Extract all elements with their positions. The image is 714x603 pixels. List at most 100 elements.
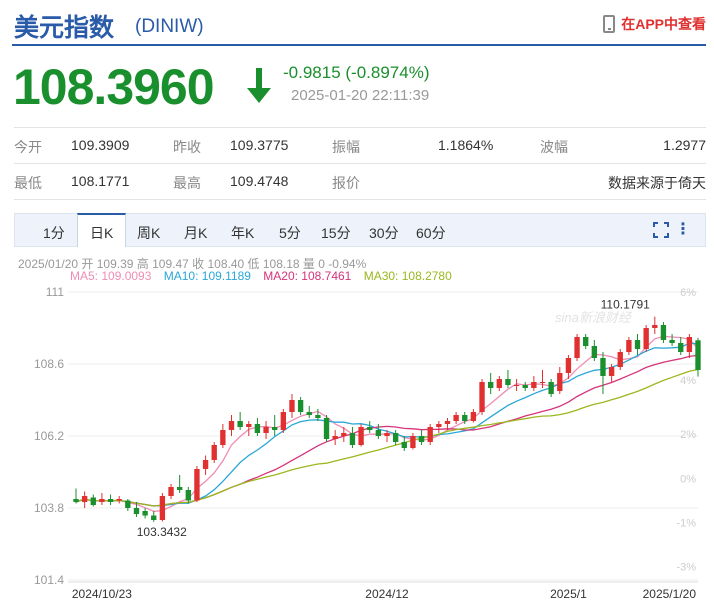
low-value: 108.1771 xyxy=(71,173,130,189)
candle-body xyxy=(565,358,572,373)
high-label: 最高 xyxy=(173,175,201,191)
candle-body xyxy=(479,382,485,412)
candle-body xyxy=(462,415,468,421)
candle-body xyxy=(522,385,528,388)
candle-body xyxy=(695,340,701,370)
header: 美元指数 (DINIW) 在APP中查看 xyxy=(0,0,714,48)
tab-monthly-k[interactable]: 月K xyxy=(184,223,207,243)
candle-body xyxy=(341,433,347,436)
candle-body xyxy=(678,343,684,352)
candle-body xyxy=(652,325,658,328)
tab-60min[interactable]: 60分 xyxy=(416,223,446,243)
candle-body xyxy=(496,379,502,388)
y-tick-label: 101.4 xyxy=(34,573,64,587)
candle-body xyxy=(427,427,433,442)
candle-body xyxy=(228,421,235,430)
candle-body xyxy=(626,340,632,352)
candle-body xyxy=(211,445,217,460)
candle-body xyxy=(142,511,148,516)
candle-body xyxy=(116,499,122,501)
quote-source-value: 数据来源于倚天 xyxy=(608,175,706,191)
candle-body xyxy=(367,427,373,430)
range-value: 1.2977 xyxy=(663,137,706,153)
candle-body xyxy=(531,382,537,388)
candle-body xyxy=(418,436,425,442)
y-tick-label: 106.2 xyxy=(34,429,64,443)
candle-body xyxy=(375,430,382,436)
candle-body xyxy=(453,415,459,421)
amplitude-value: 1.1864% xyxy=(438,137,494,153)
phone-icon xyxy=(603,15,616,33)
watermark: sina新浪财经 xyxy=(555,310,633,325)
open-in-app-label: 在APP中查看 xyxy=(621,16,706,32)
candle-body xyxy=(90,497,96,505)
candle-body xyxy=(185,490,191,501)
candle-body xyxy=(237,421,243,427)
pct-tick-label: 2% xyxy=(680,429,696,441)
symbol-code: (DINIW) xyxy=(135,16,204,37)
candle-body xyxy=(159,496,166,520)
current-price: 108.3960 xyxy=(13,59,215,115)
candle-body xyxy=(125,500,131,508)
candle-body xyxy=(600,358,606,376)
candle-body xyxy=(220,430,226,445)
candle-body xyxy=(349,433,356,445)
period-tabs: 1分 日K 周K 月K 年K 5分 15分 30分 60分 ⋮ xyxy=(14,213,706,247)
tab-yearly-k[interactable]: 年K xyxy=(231,223,254,243)
candle-body xyxy=(168,487,174,496)
low-label: 最低 xyxy=(14,175,42,191)
tab-15min[interactable]: 15分 xyxy=(321,223,351,243)
tab-1min[interactable]: 1分 xyxy=(43,223,65,243)
ma10-legend: MA10: 109.1189 xyxy=(163,269,251,283)
fullscreen-icon[interactable] xyxy=(653,222,669,238)
candle-body xyxy=(176,487,183,490)
candle-body xyxy=(107,499,114,502)
header-divider xyxy=(12,44,706,46)
more-options-icon[interactable]: ⋮ xyxy=(675,219,691,239)
kline-chart[interactable]: 111 108.6 106.2 103.8 101.4 6% 4% 2% 0% -1% -3% sin… xyxy=(0,282,714,603)
candle-body xyxy=(289,400,295,412)
amplitude-label: 振幅 xyxy=(332,139,360,155)
candle-body xyxy=(539,382,546,383)
candle-body xyxy=(686,337,693,352)
candle-body xyxy=(392,433,399,442)
candle-body xyxy=(246,424,252,427)
prev-close-label: 昨收 xyxy=(173,139,201,155)
candle-body xyxy=(401,442,407,448)
candle-body xyxy=(634,340,641,349)
pct-tick-label: -3% xyxy=(676,561,696,573)
candle-body xyxy=(297,400,304,412)
candle-body xyxy=(583,337,589,346)
y-tick-label: 111 xyxy=(46,285,65,299)
candle-body xyxy=(306,412,312,415)
candle-body xyxy=(643,328,649,349)
candle-body xyxy=(272,427,278,430)
high-annotation: 110.1791 xyxy=(601,298,650,312)
tab-daily-k[interactable]: 日K xyxy=(77,213,127,247)
candle-body xyxy=(513,385,520,386)
pct-tick-label: -1% xyxy=(676,517,696,529)
ma20-legend: MA20: 108.7461 xyxy=(263,269,352,283)
candle-body xyxy=(81,496,88,502)
stats-row: 今开 109.3909 昨收 109.3775 振幅 1.1864% 波幅 1.… xyxy=(14,127,706,163)
ma5-legend: MA5: 109.0093 xyxy=(70,269,152,283)
tab-5min[interactable]: 5分 xyxy=(279,223,301,243)
candle-body xyxy=(608,367,615,376)
range-label: 波幅 xyxy=(540,139,568,155)
candle-body xyxy=(315,415,321,418)
candle-body xyxy=(436,424,442,427)
open-in-app-link[interactable]: 在APP中查看 xyxy=(603,14,706,34)
candle-body xyxy=(669,340,675,343)
quote-source-label: 报价 xyxy=(332,175,360,191)
high-value: 109.4748 xyxy=(230,173,289,189)
tab-30min[interactable]: 30分 xyxy=(369,223,399,243)
candle-body xyxy=(470,412,477,421)
candle-body xyxy=(557,373,563,391)
page-title: 美元指数 xyxy=(14,14,115,42)
candle-body xyxy=(202,460,209,469)
candle-body xyxy=(99,499,105,502)
x-tick-label: 2024/10/23 xyxy=(72,587,132,601)
candle-body xyxy=(194,469,200,501)
candle-body xyxy=(332,436,338,439)
tab-weekly-k[interactable]: 周K xyxy=(137,223,160,243)
